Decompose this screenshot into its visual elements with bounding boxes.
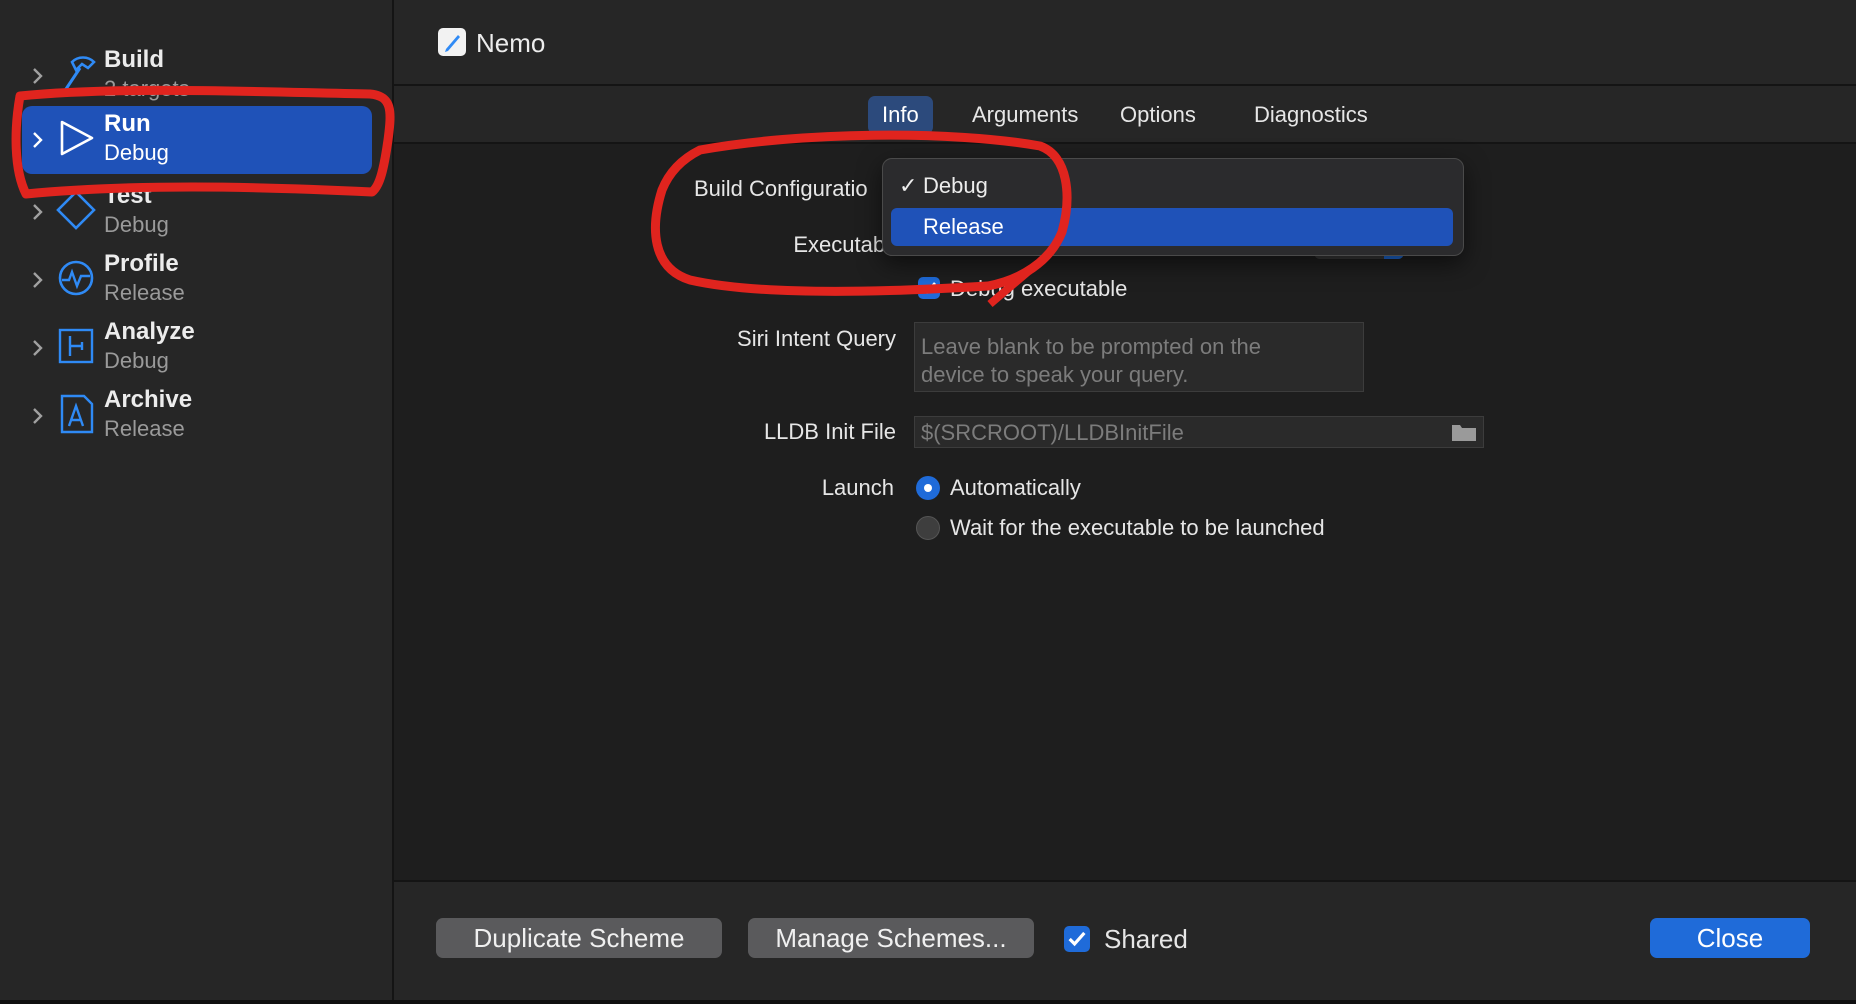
scheme-pencil-icon bbox=[438, 28, 466, 56]
scheme-editor-window: Build 2 targets Run Debug Test Debug Pro… bbox=[0, 0, 1856, 1000]
profile-gauge-icon bbox=[58, 260, 94, 296]
tab-bar: Info Arguments Options Diagnostics bbox=[394, 86, 1856, 144]
archive-icon bbox=[60, 394, 94, 434]
scheme-name: Nemo bbox=[476, 28, 546, 58]
chevron-right-icon[interactable] bbox=[28, 128, 48, 152]
lldb-init-file-label: LLDB Init File bbox=[763, 419, 896, 444]
sidebar-item-title: Build bbox=[104, 46, 164, 73]
sidebar-item-title: Test bbox=[104, 182, 152, 209]
siri-intent-query-field[interactable]: Leave blank to be prompted on the device… bbox=[914, 322, 1364, 392]
tab-arguments[interactable]: Arguments bbox=[958, 96, 1092, 134]
sidebar-item-subtitle: Debug bbox=[104, 348, 169, 373]
sidebar-item-subtitle: Debug bbox=[104, 212, 169, 237]
checkmark-icon: ✓ bbox=[899, 173, 918, 198]
test-diamond-icon bbox=[56, 190, 96, 230]
siri-placeholder-line: Leave blank to be prompted on the bbox=[921, 334, 1262, 359]
debug-executable-label: Debug executable bbox=[950, 276, 1128, 301]
sidebar-item-archive[interactable]: Archive Release bbox=[0, 382, 392, 450]
chevron-right-icon[interactable] bbox=[28, 404, 48, 428]
debug-executable-checkbox[interactable] bbox=[918, 277, 940, 299]
scheme-editor-footer: Duplicate Scheme Manage Schemes... Share… bbox=[394, 880, 1856, 1000]
sidebar-item-subtitle: 2 targets bbox=[104, 76, 190, 101]
chevron-right-icon[interactable] bbox=[28, 200, 48, 224]
siri-intent-query-label: Siri Intent Query bbox=[737, 326, 896, 351]
shared-label: Shared bbox=[1104, 924, 1188, 954]
sidebar-item-subtitle: Release bbox=[104, 416, 185, 441]
launch-wait-radio[interactable] bbox=[916, 516, 940, 540]
menu-item-label: Debug bbox=[923, 173, 988, 198]
sidebar-item-profile[interactable]: Profile Release bbox=[0, 246, 392, 314]
sidebar-item-title: Profile bbox=[104, 250, 179, 277]
scheme-header: Nemo bbox=[394, 0, 1856, 86]
executable-label: Executabl bbox=[793, 232, 890, 257]
tab-info[interactable]: Info bbox=[868, 96, 933, 134]
launch-automatically-radio[interactable] bbox=[916, 476, 940, 500]
sidebar-item-subtitle: Release bbox=[104, 280, 185, 305]
scheme-actions-sidebar: Build 2 targets Run Debug Test Debug Pro… bbox=[0, 0, 394, 1000]
menu-item-debug[interactable]: ✓ Debug bbox=[891, 167, 1453, 205]
play-icon bbox=[60, 120, 94, 156]
lldb-init-file-placeholder: $(SRCROOT)/LLDBInitFile bbox=[921, 420, 1184, 445]
sidebar-item-build[interactable]: Build 2 targets bbox=[0, 42, 392, 110]
menu-item-label: Release bbox=[923, 214, 1004, 239]
checkmark-icon bbox=[922, 282, 936, 294]
sidebar-item-analyze[interactable]: Analyze Debug bbox=[0, 314, 392, 382]
shared-checkbox[interactable] bbox=[1064, 926, 1090, 952]
chevron-right-icon[interactable] bbox=[28, 268, 48, 292]
sidebar-item-run[interactable]: Run Debug bbox=[0, 106, 392, 174]
duplicate-scheme-button[interactable]: Duplicate Scheme bbox=[436, 918, 722, 958]
build-configuration-menu: ✓ Debug Release bbox=[882, 158, 1464, 256]
scheme-editor-main: Nemo Info Arguments Options Diagnostics … bbox=[394, 0, 1856, 1000]
menu-item-release[interactable]: Release bbox=[891, 208, 1453, 246]
sidebar-item-title: Archive bbox=[104, 386, 193, 413]
sidebar-item-subtitle: Debug bbox=[104, 140, 169, 165]
launch-label: Launch bbox=[821, 475, 894, 500]
tab-diagnostics[interactable]: Diagnostics bbox=[1240, 96, 1382, 134]
chevron-right-icon[interactable] bbox=[28, 336, 48, 360]
sidebar-item-title: Analyze bbox=[104, 318, 195, 345]
close-button[interactable]: Close bbox=[1650, 918, 1810, 958]
launch-wait-label: Wait for the executable to be launched bbox=[950, 515, 1325, 540]
siri-placeholder-line: device to speak your query. bbox=[921, 362, 1189, 387]
build-configuration-label: Build Configuratio bbox=[694, 176, 868, 201]
checkmark-icon bbox=[1068, 931, 1086, 947]
launch-automatically-label: Automatically bbox=[950, 475, 1081, 500]
manage-schemes-button[interactable]: Manage Schemes... bbox=[748, 918, 1034, 958]
sidebar-item-title: Run bbox=[104, 110, 151, 137]
analyze-icon bbox=[58, 328, 94, 364]
tab-options[interactable]: Options bbox=[1106, 96, 1210, 134]
lldb-init-file-field[interactable]: $(SRCROOT)/LLDBInitFile bbox=[914, 416, 1484, 448]
sidebar-item-test[interactable]: Test Debug bbox=[0, 178, 392, 246]
chevron-right-icon[interactable] bbox=[28, 64, 48, 88]
hammer-icon bbox=[62, 56, 96, 93]
folder-icon[interactable] bbox=[1451, 422, 1477, 442]
